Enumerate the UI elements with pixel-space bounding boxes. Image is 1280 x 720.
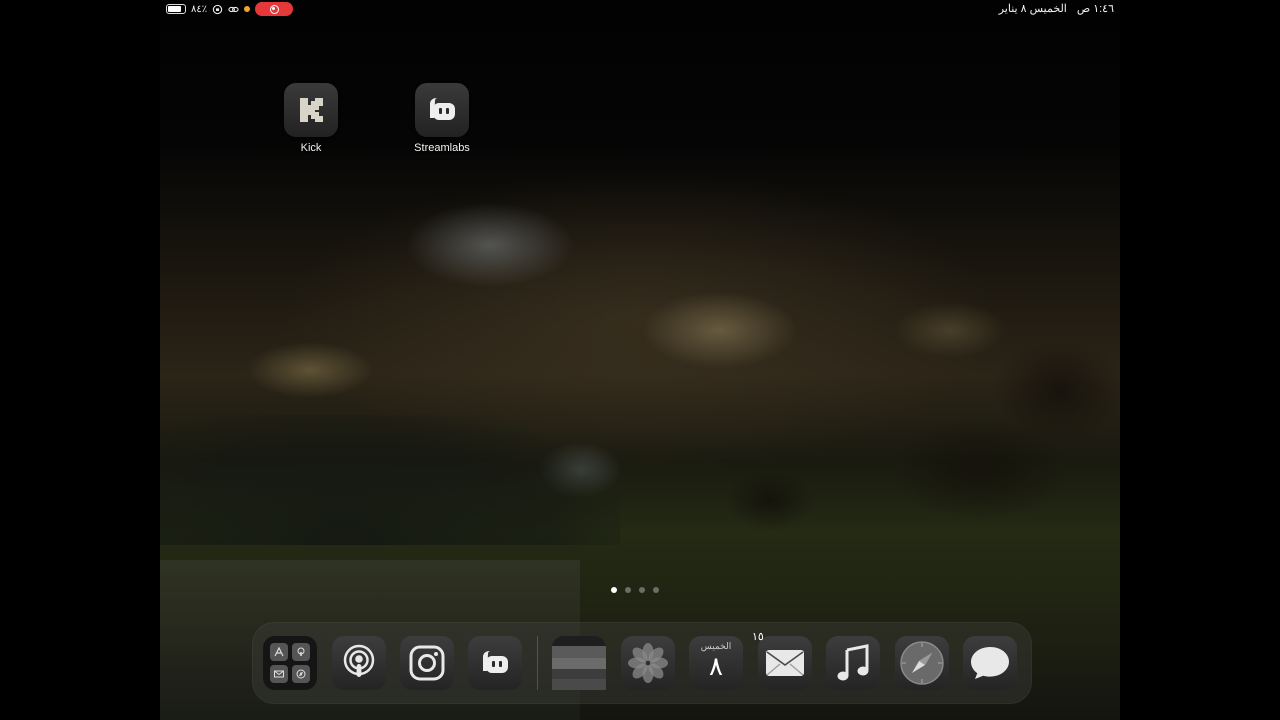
- page-dot: [625, 587, 631, 593]
- calendar-day-label: الخميس: [700, 641, 732, 651]
- microphone-indicator-icon: [244, 6, 251, 12]
- streamlabs-icon: [415, 83, 469, 137]
- page-dot: [611, 587, 617, 593]
- status-bar: ٨٤٪ الخميس ٨ يناير ١:٤٦ ص: [160, 0, 1120, 18]
- dock: الخميس ٨: [252, 622, 1032, 704]
- dock-calendar[interactable]: الخميس ٨: [689, 636, 743, 690]
- status-date: الخميس ٨ يناير: [998, 3, 1067, 15]
- battery-icon: [166, 4, 186, 14]
- dock-separator: [537, 636, 538, 690]
- dock-mail[interactable]: [758, 636, 812, 690]
- page-dot: [639, 587, 645, 593]
- dock-app-library-folder[interactable]: [263, 636, 317, 690]
- folder-icon: [270, 643, 310, 683]
- app-label: Streamlabs: [414, 142, 470, 154]
- app-streamlabs[interactable]: Streamlabs: [397, 83, 487, 154]
- instagram-icon: [409, 645, 445, 681]
- dock-messages[interactable]: [963, 636, 1017, 690]
- dock-podcasts[interactable]: [332, 636, 386, 690]
- status-right: الخميس ٨ يناير ١:٤٦ ص: [999, 2, 1114, 15]
- home-screen: ٨٤٪ الخميس ٨ يناير ١:٤٦ ص Kick Streamlab…: [160, 0, 1120, 720]
- calendar-day-number: ٨: [709, 652, 723, 682]
- mail-icon: [766, 650, 804, 676]
- status-time: ١:٤٦ ص: [1076, 3, 1114, 15]
- podcasts-icon: [343, 644, 375, 677]
- kick-icon: [284, 83, 338, 137]
- wallpaper-hill: [160, 415, 620, 545]
- battery-percent: ٨٤٪: [191, 3, 208, 15]
- page-indicator[interactable]: [611, 587, 659, 593]
- wallpaper-trees: [680, 300, 1120, 540]
- dock-streamlabs[interactable]: [468, 636, 522, 690]
- mail-badge: ١٥: [752, 631, 764, 643]
- record-icon: [269, 4, 279, 14]
- messages-icon: [971, 647, 1009, 679]
- dock-instagram[interactable]: [400, 636, 454, 690]
- app-label: Kick: [300, 142, 322, 154]
- page-dot: [653, 587, 659, 593]
- safari-icon: [900, 641, 944, 685]
- streamlabs-icon: [483, 651, 508, 673]
- dock-music[interactable]: [826, 636, 880, 690]
- dock-photos[interactable]: [621, 636, 675, 690]
- photos-icon: [628, 643, 668, 683]
- dock-safari[interactable]: [895, 636, 949, 690]
- wallet-icon: [552, 636, 606, 690]
- music-icon: [837, 644, 869, 681]
- status-left: ٨٤٪: [166, 2, 294, 16]
- orientation-lock-icon: [212, 4, 223, 14]
- screen-recording-indicator[interactable]: [255, 2, 294, 16]
- app-kick[interactable]: Kick: [266, 83, 356, 154]
- link-icon: [228, 6, 239, 12]
- dock-wallet[interactable]: [552, 636, 606, 690]
